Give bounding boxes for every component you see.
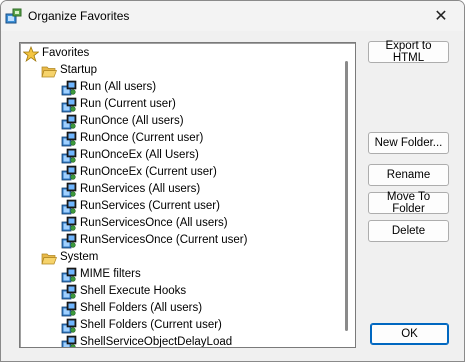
tree-item-key[interactable]: Run (Current user): [61, 96, 176, 113]
registry-key-icon: [61, 267, 77, 282]
registry-key-icon: [61, 284, 77, 299]
tree-item-label: RunOnceEx (All Users): [80, 149, 199, 161]
tree-item-key[interactable]: ShellServiceObjectDelayLoad: [61, 334, 233, 348]
tree-item-label: Shell Execute Hooks: [80, 285, 187, 297]
star-icon: [23, 45, 39, 62]
tree-item-key[interactable]: MIME filters: [61, 266, 141, 283]
folder-open-icon: [41, 253, 57, 264]
rename-button[interactable]: Rename: [368, 164, 449, 186]
tree-item-label: RunOnce (Current user): [80, 132, 204, 144]
registry-app-icon: [5, 8, 22, 24]
new-folder-button[interactable]: New Folder...: [368, 132, 449, 154]
tree-item-label: RunServicesOnce (All users): [80, 217, 228, 229]
tree-item-label: Shell Folders (Current user): [80, 319, 222, 331]
tree-item-label: RunServices (All users): [80, 183, 201, 195]
tree-item-key[interactable]: RunServicesOnce (Current user): [61, 232, 247, 249]
folder-open-icon: [41, 66, 57, 77]
tree-item-key[interactable]: RunServicesOnce (All users): [61, 215, 228, 232]
organize-favorites-dialog: Organize Favorites ✕ Favorites Startup Run…: [0, 0, 465, 362]
tree-item-label: Shell Folders (All users): [80, 302, 203, 314]
tree-item-key[interactable]: RunOnceEx (All Users): [61, 147, 199, 164]
registry-key-icon: [61, 114, 77, 129]
registry-key-icon: [61, 318, 77, 333]
window-title: Organize Favorites: [28, 9, 130, 23]
registry-key-icon: [61, 182, 77, 197]
close-button[interactable]: ✕: [418, 1, 464, 31]
tree-item-key[interactable]: Shell Execute Hooks: [61, 283, 186, 300]
tree-item-folder-startup[interactable]: Startup: [41, 62, 97, 79]
tree-item-label: RunServices (Current user): [80, 200, 220, 212]
tree-item-key[interactable]: RunOnceEx (Current user): [61, 164, 217, 181]
delete-button[interactable]: Delete: [368, 220, 449, 242]
tree-item-label: Run (All users): [80, 81, 157, 93]
registry-key-icon: [61, 80, 77, 95]
tree-item-label: Favorites: [42, 47, 90, 59]
tree-item-label: System: [60, 251, 99, 263]
tree-item-label: RunOnceEx (Current user): [80, 166, 217, 178]
tree-item-label: MIME filters: [80, 268, 141, 280]
registry-key-icon: [61, 131, 77, 146]
export-to-html-button[interactable]: Export to HTML: [368, 40, 449, 64]
tree-item-label: RunOnce (All users): [80, 115, 184, 127]
registry-key-icon: [61, 301, 77, 316]
tree-item-label: Run (Current user): [80, 98, 176, 110]
tree-item-key[interactable]: Shell Folders (Current user): [61, 317, 222, 334]
vertical-scrollbar[interactable]: [345, 61, 348, 331]
tree-item-key[interactable]: RunServices (Current user): [61, 198, 220, 215]
registry-key-icon: [61, 199, 77, 214]
tree-item-label: RunServicesOnce (Current user): [80, 234, 248, 246]
tree-item-key[interactable]: RunOnce (All users): [61, 113, 184, 130]
tree-item-favorites[interactable]: Favorites: [23, 45, 89, 62]
ok-button[interactable]: OK: [370, 323, 449, 345]
favorites-tree[interactable]: Favorites Startup Run (All users) Run (Curr…: [19, 42, 356, 348]
tree-item-key[interactable]: Shell Folders (All users): [61, 300, 202, 317]
registry-key-icon: [61, 335, 77, 347]
close-icon: ✕: [434, 8, 448, 25]
tree-item-key[interactable]: RunOnce (Current user): [61, 130, 203, 147]
tree-item-key[interactable]: RunServices (All users): [61, 181, 200, 198]
registry-key-icon: [61, 165, 77, 180]
registry-key-icon: [61, 148, 77, 163]
tree-item-folder-system[interactable]: System: [41, 249, 98, 266]
registry-key-icon: [61, 97, 77, 112]
registry-key-icon: [61, 233, 77, 248]
registry-key-icon: [61, 216, 77, 231]
move-to-folder-button[interactable]: Move To Folder: [368, 191, 449, 215]
tree-item-label: ShellServiceObjectDelayLoad: [80, 336, 233, 348]
title-bar: Organize Favorites ✕: [1, 1, 464, 31]
tree-item-key[interactable]: Run (All users): [61, 79, 156, 96]
tree-item-label: Startup: [60, 64, 98, 76]
